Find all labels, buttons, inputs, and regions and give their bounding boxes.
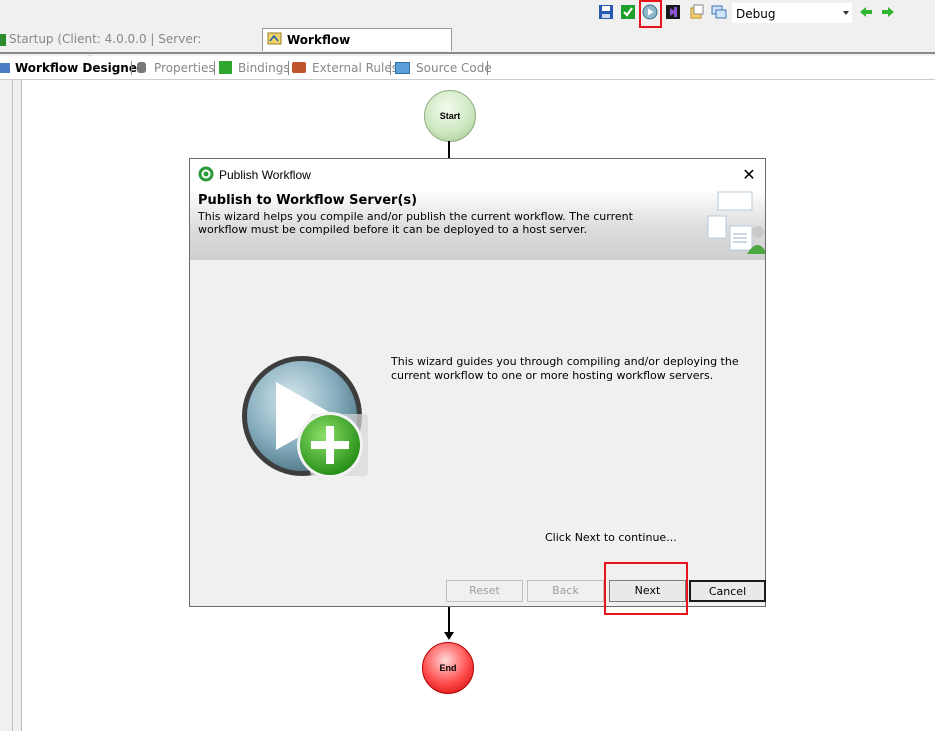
tab-separator (214, 61, 215, 75)
bindings-icon (219, 61, 232, 74)
end-node[interactable]: End (422, 642, 474, 694)
build-config-select[interactable]: Debug (732, 3, 852, 23)
save-icon[interactable] (598, 4, 614, 20)
check-icon[interactable] (620, 4, 636, 20)
build-config-value: Debug (736, 7, 776, 21)
designer-icon (0, 63, 10, 73)
chevron-down-icon (843, 11, 849, 15)
source-code-icon (395, 62, 410, 74)
cancel-button[interactable]: Cancel (689, 580, 766, 602)
tab-separator (288, 61, 289, 75)
tab-workflow-designer-label: Workflow Designer (15, 61, 143, 75)
dialog-titlebar: Publish Workflow ✕ (190, 159, 765, 190)
tab-external-rules[interactable]: External Rules (292, 59, 398, 77)
workflow-app-icon (198, 166, 214, 182)
connector-line (448, 606, 450, 634)
publish-workflow-dialog: Publish Workflow ✕ Publish to Workflow S… (189, 158, 766, 607)
tab-source-code[interactable]: Source Code (395, 59, 492, 77)
visual-studio-icon[interactable] (665, 4, 681, 20)
workflow-server-icon (707, 191, 765, 254)
tab-properties-label: Properties (154, 61, 215, 75)
rules-icon (292, 62, 306, 73)
tab-source-code-label: Source Code (416, 61, 492, 75)
wizard-description: This wizard guides you through compiling… (391, 355, 739, 382)
start-node[interactable]: Start (424, 90, 476, 142)
end-node-label: End (439, 663, 457, 673)
dialog-title: Publish Workflow (219, 168, 311, 182)
header-description: This wizard helps you compile and/or pub… (198, 210, 633, 236)
back-arrow-icon[interactable] (858, 4, 874, 20)
export-icon[interactable] (689, 4, 705, 20)
startup-icon (0, 33, 6, 46)
tab-strip-divider (0, 52, 935, 54)
run-button-highlight (639, 0, 662, 28)
tab-startup[interactable]: Startup (Client: 4.0.0.0 | Server: 7.203… (0, 28, 258, 68)
canvas-gutter (0, 80, 22, 731)
back-button[interactable]: Back (527, 580, 604, 602)
workflow-icon (267, 32, 282, 45)
reset-button[interactable]: Reset (446, 580, 523, 602)
connector-arrow (444, 632, 454, 640)
designer-tab-strip: Workflow Designer Properties Bindings Ex… (0, 56, 935, 80)
main-toolbar: Debug (0, 0, 935, 28)
publish-wizard-icon (242, 356, 368, 478)
forward-arrow-icon[interactable] (880, 4, 896, 20)
deploy-icon[interactable] (711, 4, 727, 20)
tab-separator (390, 61, 391, 75)
tab-separator (487, 61, 488, 75)
tab-external-rules-label: External Rules (312, 61, 398, 75)
next-button-highlight (604, 562, 688, 615)
tab-separator (131, 61, 132, 75)
tab-bindings-label: Bindings (238, 61, 290, 75)
connector-line (448, 141, 450, 159)
continue-hint: Click Next to continue... (545, 531, 677, 544)
close-icon[interactable]: ✕ (739, 165, 759, 185)
header-title: Publish to Workflow Server(s) (198, 193, 418, 208)
document-tab-strip: Startup (Client: 4.0.0.0 | Server: 7.203… (0, 28, 935, 69)
tab-properties[interactable]: Properties (137, 59, 215, 77)
tab-bindings[interactable]: Bindings (219, 59, 290, 77)
tab-workflow-designer[interactable]: Workflow Designer (0, 59, 143, 77)
tab-workflow[interactable]: Workflow (...\LK_Workflow) (262, 28, 452, 69)
dialog-header: Publish to Workflow Server(s) This wizar… (190, 190, 765, 260)
database-icon (137, 62, 146, 73)
start-node-label: Start (439, 111, 461, 121)
